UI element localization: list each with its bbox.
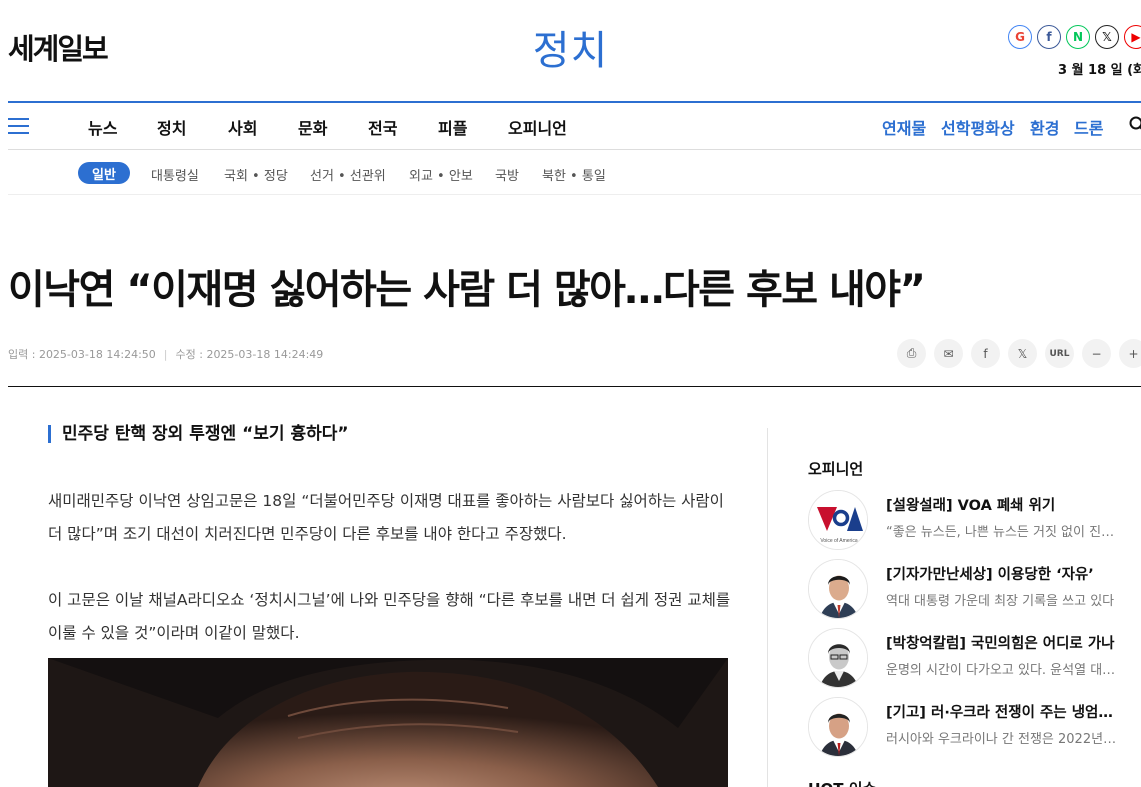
article-subhead: 민주당 탄핵 장외 투쟁엔 “보기 흉하다”: [48, 425, 349, 443]
youtube-icon[interactable]: ▶: [1124, 25, 1141, 49]
nav-item-society[interactable]: 사회: [228, 115, 257, 139]
nav-item-politics[interactable]: 정치: [157, 115, 186, 139]
search-icon[interactable]: [1129, 116, 1141, 132]
meta-separator: |: [163, 348, 168, 361]
opinion-headline[interactable]: [박창억칼럼] 국민의힘은 어디로 가나: [886, 632, 1126, 653]
nav-item-environment[interactable]: 환경: [1030, 115, 1059, 139]
subnav-divider: [8, 194, 1141, 195]
modified-time: 수정 : 2025-03-18 14:24:49: [175, 348, 324, 361]
nav-item-drone[interactable]: 드론: [1074, 115, 1103, 139]
article-headline: 이낙연 “이재명 싫어하는 사람 더 많아…다른 후보 내야”: [8, 267, 926, 313]
print-icon[interactable]: ⎙: [897, 339, 926, 368]
opinion-summary: 운명의 시간이 다가오고 있다. 윤석열 대통령: [886, 663, 1118, 678]
nav-item-culture[interactable]: 문화: [298, 115, 327, 139]
article-meta: 입력 : 2025-03-18 14:24:50 | 수정 : 2025-03-18…: [8, 346, 323, 362]
article-tools: ⎙ ✉ f 𝕏 URL − +: [897, 339, 1141, 368]
opinion-item[interactable]: [기고] 러·우크라 전쟁이 주는 냉엄한 교훈 러시아와 우크라이나 간 전쟁…: [808, 697, 1141, 757]
nav-item-national[interactable]: 전국: [368, 115, 397, 139]
opinion-item[interactable]: Voice of America [설왕설래] VOA 폐쇄 위기 “좋은 뉴스…: [808, 490, 1141, 550]
subnav-item-general[interactable]: 일반: [78, 162, 130, 184]
x-share-icon[interactable]: 𝕏: [1008, 339, 1037, 368]
opinion-summary: 역대 대통령 가운데 최장 기록을 쓰고 있다: [886, 594, 1115, 609]
nav-top-divider: [8, 101, 1141, 103]
x-icon[interactable]: 𝕏: [1095, 25, 1119, 49]
opinion-thumbnail: [808, 559, 868, 619]
sidebar-divider: [767, 428, 768, 787]
opinion-thumbnail: Voice of America: [808, 490, 868, 550]
nav-item-news[interactable]: 뉴스: [88, 115, 117, 139]
subnav-item-assembly[interactable]: 국회 • 정당: [224, 165, 288, 184]
nav-item-people[interactable]: 피플: [438, 115, 467, 139]
nav-bottom-divider: [8, 149, 1141, 150]
section-title: 정치: [532, 28, 609, 74]
opinion-thumbnail: [808, 628, 868, 688]
naver-icon[interactable]: N: [1066, 25, 1090, 49]
menu-icon[interactable]: [8, 118, 29, 134]
subnav-item-election[interactable]: 선거 • 선관위: [310, 165, 386, 184]
subnav-item-defense[interactable]: 국방: [495, 165, 519, 184]
opinion-summary: “좋은 뉴스든, 나쁜 뉴스든 거짓 없이 진실을 전달하겠다”: [886, 525, 1118, 540]
opinion-thumbnail: [808, 697, 868, 757]
voa-logo-text: Voice of America: [820, 538, 857, 544]
facebook-share-icon[interactable]: f: [971, 339, 1000, 368]
article-paragraph: 이 고문은 이날 채널A라디오쇼 ‘정치시그널’에 나와 민주당을 향해 “다른…: [48, 591, 731, 642]
opinion-headline[interactable]: [기고] 러·우크라 전쟁이 주는 냉엄한 교훈: [886, 701, 1126, 722]
subnav-item-diplomacy[interactable]: 외교 • 안보: [409, 165, 473, 184]
email-icon[interactable]: ✉: [934, 339, 963, 368]
opinion-headline[interactable]: [설왕설래] VOA 폐쇄 위기: [886, 494, 1126, 515]
social-links: G f N 𝕏 ▶: [1008, 25, 1141, 49]
facebook-icon[interactable]: f: [1037, 25, 1061, 49]
subnav-item-presidential-office[interactable]: 대통령실: [151, 165, 199, 184]
opinion-summary: 러시아와 우크라이나 간 전쟁은 2022년 발발: [886, 732, 1118, 747]
nav-item-opinion[interactable]: 오피니언: [508, 115, 567, 139]
nav-item-series[interactable]: 연재물: [882, 115, 926, 139]
published-time: 입력 : 2025-03-18 14:24:50: [8, 348, 156, 361]
next-section-title: HOT 이슈: [808, 778, 876, 787]
opinion-item[interactable]: [박창억칼럼] 국민의힘은 어디로 가나 운명의 시간이 다가오고 있다. 윤석…: [808, 628, 1141, 688]
headline-divider: [8, 386, 1141, 387]
nav-item-sunhak-peace-prize[interactable]: 선학평화상: [941, 115, 1015, 139]
font-increase-button[interactable]: +: [1119, 339, 1141, 368]
url-copy-button[interactable]: URL: [1045, 339, 1074, 368]
article-photo: [48, 658, 728, 787]
date-label: 3 월 18 일 (화: [1058, 63, 1141, 78]
google-news-icon[interactable]: G: [1008, 25, 1032, 49]
subnav-item-north-korea[interactable]: 북한 • 통일: [542, 165, 606, 184]
opinion-headline[interactable]: [기자가만난세상] 이용당한 ‘자유’: [886, 563, 1126, 584]
font-decrease-button[interactable]: −: [1082, 339, 1111, 368]
article-paragraph: 새미래민주당 이낙연 상임고문은 18일 “더불어민주당 이재명 대표를 좋아하…: [48, 492, 724, 543]
opinion-item[interactable]: [기자가만난세상] 이용당한 ‘자유’ 역대 대통령 가운데 최장 기록을 쓰고…: [808, 559, 1141, 619]
opinion-section-title: 오피니언: [808, 460, 864, 478]
